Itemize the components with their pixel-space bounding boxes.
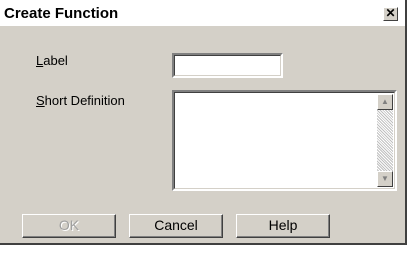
scroll-down-button[interactable]: ▼ [377, 171, 393, 187]
short-definition-label: Short Definition [36, 93, 125, 108]
cancel-button[interactable]: Cancel [129, 214, 223, 238]
dialog-title: Create Function [4, 5, 119, 22]
title-bar: Create Function ✕ [0, 0, 405, 26]
down-arrow-icon: ▼ [381, 174, 389, 183]
label-input[interactable] [172, 53, 283, 78]
vertical-scrollbar[interactable]: ▲ ▼ [377, 94, 393, 187]
close-icon: ✕ [385, 6, 396, 20]
short-definition-accesskey: S [36, 93, 45, 108]
close-button[interactable]: ✕ [383, 7, 398, 21]
short-definition-textarea[interactable]: ▲ ▼ [172, 90, 397, 191]
label-field-label: Label [36, 53, 68, 68]
up-arrow-icon: ▲ [381, 97, 389, 106]
help-button[interactable]: Help [236, 214, 330, 238]
scroll-up-button[interactable]: ▲ [377, 94, 393, 110]
create-function-dialog: Create Function ✕ Label Short Definition… [0, 0, 407, 245]
ok-button[interactable]: OK [22, 214, 116, 238]
